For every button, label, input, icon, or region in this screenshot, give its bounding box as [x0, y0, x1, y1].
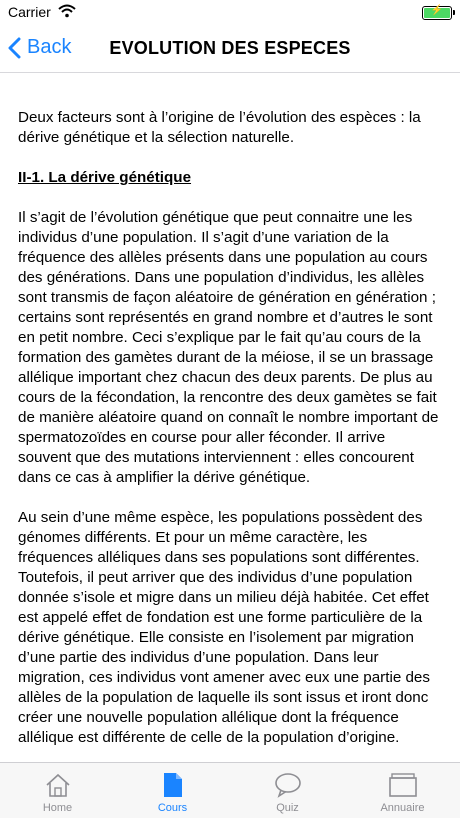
page-title: EVOLUTION DES ESPECES	[109, 38, 351, 58]
folder-icon	[388, 773, 417, 797]
tab-cours-label: Cours	[157, 802, 188, 814]
carrier-label: Carrier	[8, 4, 51, 20]
section-heading: II-1. La dérive génétique	[18, 169, 192, 186]
tab-annuaire[interactable]: Annuaire	[345, 763, 460, 818]
tab-home-label: Home	[42, 802, 73, 814]
tab-cours[interactable]: Cours	[115, 763, 230, 818]
paragraph-2: Au sein d’une même espèce, les populatio…	[18, 509, 430, 746]
tab-quiz[interactable]: Quiz	[230, 763, 345, 818]
tab-annuaire-label: Annuaire	[380, 802, 425, 814]
status-bar: Carrier ⚡	[0, 0, 460, 26]
battery-icon: ⚡	[422, 5, 455, 20]
chat-bubble-icon	[274, 773, 301, 798]
wifi-icon	[58, 4, 76, 23]
tab-bar: Home Cours Quiz Annuaire	[0, 762, 460, 818]
paragraph-1: Il s’agit de l’évolution génétique que p…	[18, 209, 439, 486]
intro-paragraph: Deux facteurs sont à l’origine de l’évol…	[18, 109, 421, 146]
tab-quiz-label: Quiz	[276, 802, 299, 814]
document-icon	[163, 773, 182, 797]
tab-home[interactable]: Home	[0, 763, 115, 818]
home-icon	[45, 773, 70, 797]
navigation-bar: Back EVOLUTION DES ESPECES	[0, 26, 460, 73]
course-content[interactable]: Deux facteurs sont à l’origine de l’évol…	[18, 108, 440, 763]
